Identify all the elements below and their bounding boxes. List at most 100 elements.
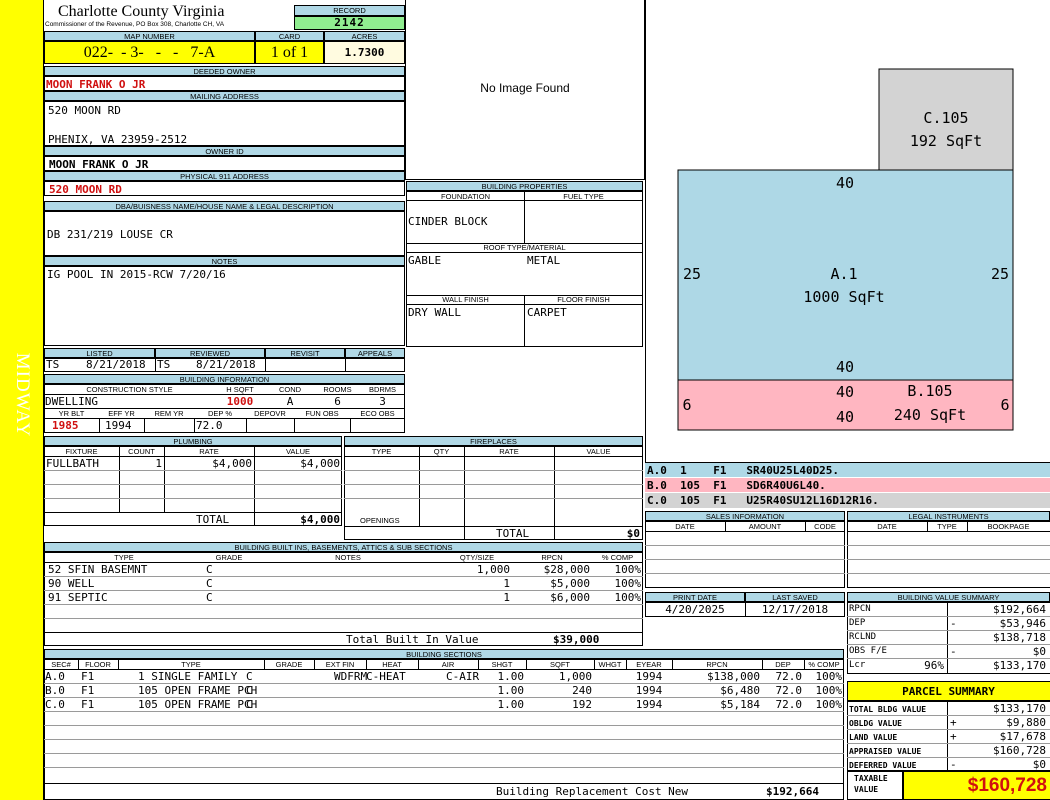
construction-style: DWELLING bbox=[45, 395, 98, 408]
plumbing-total: $4,000 bbox=[300, 513, 340, 526]
vs-dep: $53,946 bbox=[999, 617, 1046, 630]
roof-type-value: GABLE bbox=[408, 254, 442, 267]
building-sections-title: BUILDING SECTIONS bbox=[44, 649, 844, 659]
legal-col-bookpage: BOOKPAGE bbox=[987, 522, 1030, 531]
rooms-value: 6 bbox=[334, 395, 341, 408]
sections-col-header: GRADE bbox=[275, 660, 303, 669]
built-in-grade: C bbox=[206, 577, 213, 590]
built-in-rpcn: $28,000 bbox=[543, 563, 590, 576]
section-cell: 240 bbox=[572, 684, 592, 697]
plumbing-total-label: TOTAL bbox=[196, 513, 230, 526]
ps-appraised-label: APPRAISED VALUE bbox=[849, 747, 922, 756]
section-cell: C-HEAT bbox=[366, 670, 406, 683]
value-summary-title: BUILDING VALUE SUMMARY bbox=[847, 592, 1050, 602]
plumbing-title: PLUMBING bbox=[44, 436, 342, 446]
section-cell: $138,000 bbox=[707, 670, 760, 683]
depovr-label: DEPOVR bbox=[254, 409, 286, 418]
vector-text-b: B.0 105 F1 SD6R40U6L40. bbox=[647, 479, 826, 492]
listed-label: LISTED bbox=[44, 348, 155, 358]
last-saved-label: LAST SAVED bbox=[745, 592, 845, 602]
physical-address-box: 520 MOON RD bbox=[44, 181, 405, 196]
vs-rpcn: $192,664 bbox=[993, 603, 1046, 616]
yrblt-value: 1985 bbox=[52, 419, 79, 432]
reviewed-label: REVIEWED bbox=[155, 348, 265, 358]
ps-bldg-label: TOTAL BLDG VALUE bbox=[849, 705, 927, 714]
fireplaces-title: FIREPLACES bbox=[344, 436, 643, 446]
section-cell: 1994 bbox=[635, 670, 663, 683]
remyr-label: REM YR bbox=[154, 409, 184, 418]
owner-id-box: MOON FRANK O JR bbox=[44, 156, 405, 171]
vs-lcr-pct: 96% bbox=[924, 659, 944, 672]
taxable-value-box: $160,728 bbox=[903, 771, 1050, 800]
dba-label: DBA/BUISNESS NAME/HOUSE NAME & LEGAL DES… bbox=[44, 201, 405, 211]
ps-deferred: $0 bbox=[1032, 758, 1046, 771]
built-in-type: 90 WELL bbox=[48, 577, 95, 590]
effyr-value: 1994 bbox=[105, 419, 132, 432]
card-label: CARD bbox=[255, 31, 324, 41]
ps-obldg-label: OBLDG VALUE bbox=[849, 719, 902, 728]
acres-label: ACRES bbox=[324, 31, 405, 41]
built-in-comp: 100% bbox=[614, 591, 642, 604]
plumbing-col-fixture: FIXTURE bbox=[65, 447, 98, 456]
section-cell: A.0 bbox=[45, 670, 65, 683]
deeded-owner-box: MOON FRANK O JR bbox=[44, 76, 405, 91]
record-label: RECORD bbox=[294, 5, 405, 16]
built-ins-title: BUILDING BUILT INS, BASEMENTS, ATTICS & … bbox=[44, 542, 643, 552]
legal-title: LEGAL INSTRUMENTS bbox=[847, 511, 1050, 521]
dba-box: DB 231/219 LOUSE CR bbox=[44, 211, 405, 256]
ps-obldg: $9,880 bbox=[1006, 716, 1046, 729]
section-cell: C bbox=[246, 698, 253, 711]
built-in-rpcn: $6,000 bbox=[550, 591, 590, 604]
listed-by: TS bbox=[46, 358, 60, 371]
appeals-label: APPEALS bbox=[345, 348, 405, 358]
bdrms-value: 3 bbox=[379, 395, 386, 408]
yrblt-label: YR BLT bbox=[58, 409, 85, 418]
ecoobs-label: ECO OBS bbox=[360, 409, 395, 418]
print-date: 4/20/2025 bbox=[665, 603, 725, 616]
last-saved: 12/17/2018 bbox=[761, 603, 829, 616]
vs-obs: $0 bbox=[1032, 645, 1046, 658]
sketch-a-right-dim: 25 bbox=[991, 265, 1009, 283]
sketch-b-bottom-dim: 40 bbox=[836, 408, 854, 426]
sections-col-header: EYEAR bbox=[636, 660, 662, 669]
sections-col-header: AIR bbox=[441, 660, 455, 669]
record-number: 2142 bbox=[294, 16, 405, 30]
built-ins-col-comp: % COMP bbox=[601, 553, 634, 562]
section-cell: 105 OPEN FRAME PCH bbox=[138, 684, 258, 697]
county-title: Charlotte County Virginia bbox=[58, 3, 225, 20]
building-sketch: C.105 192 SqFt 40 A.1 1000 SqFt 25 25 40… bbox=[677, 68, 1014, 431]
wall-finish-label: WALL FINISH bbox=[442, 295, 489, 304]
mailing-address-box: 520 MOON RD PHENIX, VA 23959-2512 bbox=[44, 101, 405, 146]
taxable-label-1: TAXABLE bbox=[854, 774, 888, 783]
vector-row-c: C.0 105 F1 U25R40SU12L16D12R16. bbox=[645, 493, 1050, 508]
vs-dep-label: DEP bbox=[849, 618, 866, 628]
mailing-address-line1: 520 MOON RD bbox=[48, 104, 121, 117]
sections-col-header: HEAT bbox=[382, 660, 402, 669]
built-ins-col-qty: QTY/SIZE bbox=[459, 553, 495, 562]
hsqft-label: H SQFT bbox=[226, 385, 254, 394]
rooms-label: ROOMS bbox=[323, 385, 352, 394]
vector-text-a: A.0 1 F1 SR40U25L40D25. bbox=[647, 464, 840, 477]
construction-style-label: CONSTRUCTION STYLE bbox=[86, 385, 173, 394]
section-cell: 1.00 bbox=[497, 670, 525, 683]
plumbing-col-rate: RATE bbox=[199, 447, 219, 456]
sections-col-header: TYPE bbox=[181, 660, 201, 669]
section-cell: $5,184 bbox=[720, 698, 760, 711]
section-cell: C bbox=[246, 684, 253, 697]
legal-col-date: DATE bbox=[877, 522, 897, 531]
fireplaces-openings-label: OPENINGS bbox=[360, 516, 400, 525]
built-ins-total: $39,000 bbox=[553, 633, 600, 646]
built-in-type: 91 SEPTIC bbox=[48, 591, 108, 604]
section-cell: 72.0 bbox=[775, 698, 803, 711]
physical-address-label: PHYSICAL 911 ADDRESS bbox=[44, 171, 405, 181]
reviewed-date: 8/21/2018 bbox=[196, 358, 256, 371]
deeded-owner-label: DEEDED OWNER bbox=[44, 66, 405, 76]
cond-label: COND bbox=[278, 385, 302, 394]
dep-label: DEP % bbox=[207, 409, 233, 418]
built-ins-col-type: TYPE bbox=[114, 553, 134, 562]
section-cell: F1 bbox=[81, 698, 95, 711]
map-number: 022- - 3- - - 7-A bbox=[44, 41, 255, 64]
vs-rclnd-label: RCLND bbox=[849, 632, 877, 642]
section-cell: 100% bbox=[815, 670, 843, 683]
commissioner-address: Commissioner of the Revenue, PO Box 308,… bbox=[45, 21, 225, 28]
